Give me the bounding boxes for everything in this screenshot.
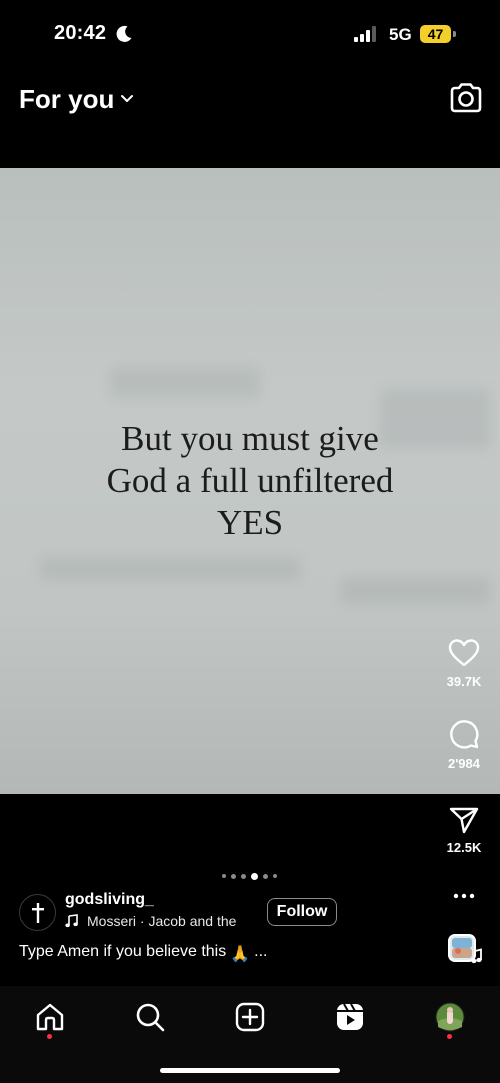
- battery-level: 47: [420, 25, 451, 43]
- carousel-dot: [241, 873, 246, 879]
- network-label: 5G: [389, 25, 412, 44]
- camera-icon[interactable]: [448, 82, 484, 114]
- status-bar: 20:42 5G 47: [0, 0, 500, 70]
- comment-button[interactable]: 2'984: [430, 718, 498, 771]
- post-author: godsliving_ Mosseri · Jacob and the Foll…: [0, 885, 430, 945]
- image-text: But you must give God a full unfiltered …: [0, 418, 500, 544]
- heart-icon: [448, 639, 480, 667]
- home-indicator: [160, 1068, 340, 1073]
- audio-track[interactable]: Mosseri · Jacob and the: [65, 913, 236, 929]
- follow-button[interactable]: Follow: [267, 898, 337, 926]
- feed-header: For you: [0, 70, 500, 130]
- author-avatar[interactable]: [19, 894, 56, 931]
- home-icon[interactable]: [34, 1001, 66, 1033]
- moon-icon: [116, 25, 132, 42]
- background-shadow: [110, 368, 260, 398]
- notification-dot: [447, 1034, 452, 1039]
- battery-icon: 47: [420, 25, 456, 43]
- feed-selector[interactable]: For you: [19, 84, 114, 115]
- more-icon[interactable]: [452, 889, 476, 903]
- like-count: 39.7K: [446, 674, 482, 689]
- status-time: 20:42: [54, 22, 107, 44]
- audio-title: Mosseri · Jacob and the: [87, 913, 237, 929]
- audio-thumbnail[interactable]: [447, 933, 483, 967]
- like-button[interactable]: 39.7K: [430, 638, 498, 689]
- share-count: 12.5K: [446, 840, 482, 855]
- carousel-indicator: [222, 871, 277, 881]
- carousel-dot-active: [251, 872, 258, 880]
- search-icon[interactable]: [134, 1001, 166, 1033]
- image-text-line: YES: [216, 503, 284, 542]
- comment-icon: [450, 720, 479, 749]
- post-caption[interactable]: Type Amen if you believe this 🙏...: [19, 943, 268, 964]
- image-text-line: God a full unfiltered: [106, 461, 394, 500]
- caption-emoji: 🙏: [230, 946, 251, 963]
- create-icon[interactable]: [234, 1001, 266, 1033]
- share-icon: [449, 807, 479, 834]
- background-shadow: [40, 558, 300, 580]
- reels-icon[interactable]: [334, 1001, 366, 1033]
- caption-more[interactable]: ...: [254, 943, 267, 960]
- share-button[interactable]: 12.5K: [430, 806, 498, 855]
- post-media[interactable]: But you must give God a full unfiltered …: [0, 168, 500, 794]
- notification-dot: [47, 1034, 52, 1039]
- battery-tip: [453, 31, 456, 37]
- carousel-dot: [263, 873, 268, 879]
- music-note-icon: [65, 914, 78, 928]
- background-shadow: [340, 578, 490, 604]
- carousel-dot: [231, 873, 236, 879]
- comment-count: 2'984: [447, 756, 480, 771]
- profile-avatar[interactable]: [434, 1001, 466, 1033]
- author-username[interactable]: godsliving_: [65, 891, 154, 909]
- chevron-down-icon[interactable]: [120, 93, 134, 105]
- carousel-dot: [273, 874, 277, 878]
- signal-icon: [354, 26, 376, 42]
- caption-text: Type Amen if you believe this: [19, 943, 227, 960]
- carousel-dot: [222, 874, 226, 878]
- cross-icon: [31, 902, 44, 923]
- image-text-line: But you must give: [121, 419, 379, 458]
